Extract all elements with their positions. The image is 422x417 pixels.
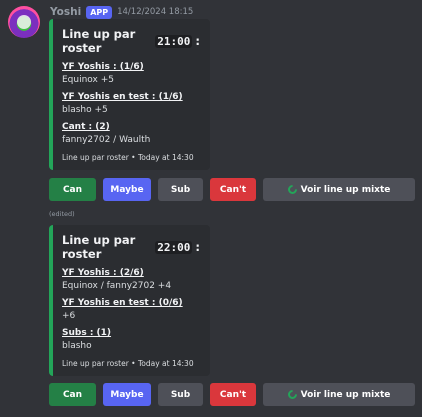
field-name: Subs : (1) <box>62 328 112 338</box>
edited-label: (edited) <box>49 210 75 218</box>
loading-ring-icon <box>285 388 299 401</box>
cant-button[interactable]: Can't <box>210 178 256 201</box>
sub-button[interactable]: Sub <box>158 178 203 201</box>
roster-embed: Line up par roster 22:00 : YF Yoshis : (… <box>49 225 210 376</box>
view-mixed-lineup-button[interactable]: Voir line up mixte <box>263 178 415 201</box>
embed-title-text: Line up par roster <box>62 27 136 55</box>
embed-title-text: Line up par roster <box>62 233 136 261</box>
embed-field: YF Yoshis : (1/6) Equinox +5 <box>62 62 200 85</box>
field-name: Cant : (2) <box>62 122 110 132</box>
field-name: YF Yoshis : (2/6) <box>62 268 144 278</box>
embed-field: Subs : (1) blasho <box>62 328 200 351</box>
view-mixed-lineup-label: Voir line up mixte <box>300 389 391 400</box>
field-name: YF Yoshis en test : (0/6) <box>62 298 183 308</box>
cant-button[interactable]: Can't <box>210 383 256 406</box>
embed-title: Line up par roster 21:00 : <box>62 27 200 55</box>
maybe-button[interactable]: Maybe <box>103 178 151 201</box>
action-row: Can Maybe Sub Can't Voir line up mixte <box>49 383 415 406</box>
embed-field: YF Yoshis en test : (0/6) +6 <box>62 298 200 321</box>
action-row: Can Maybe Sub Can't Voir line up mixte <box>49 178 415 201</box>
field-value: Equinox / fanny2702 +4 <box>62 281 172 291</box>
view-mixed-lineup-label: Voir line up mixte <box>300 184 391 195</box>
field-value: blasho <box>62 341 92 351</box>
embed-field: YF Yoshis en test : (1/6) blasho +5 <box>62 92 200 115</box>
message-timestamp: 14/12/2024 18:15 <box>117 7 194 17</box>
bot-avatar[interactable] <box>8 6 40 38</box>
field-value: blasho +5 <box>62 105 108 115</box>
embed-field: Cant : (2) fanny2702 / Waulth <box>62 122 200 145</box>
can-button[interactable]: Can <box>49 383 96 406</box>
field-name: YF Yoshis : (1/6) <box>62 62 144 72</box>
field-name: YF Yoshis en test : (1/6) <box>62 92 183 102</box>
roster-embed: Line up par roster 21:00 : YF Yoshis : (… <box>49 19 210 170</box>
embed-title: Line up par roster 22:00 : <box>62 233 200 261</box>
app-badge: APP <box>86 5 113 19</box>
field-value: Equinox +5 <box>62 75 114 85</box>
embed-field: YF Yoshis : (2/6) Equinox / fanny2702 +4 <box>62 268 200 291</box>
embed-title-colon: : <box>195 240 200 254</box>
view-mixed-lineup-button[interactable]: Voir line up mixte <box>263 383 415 406</box>
message-header: Yoshi APP 14/12/2024 18:15 <box>50 5 193 19</box>
maybe-button[interactable]: Maybe <box>103 383 151 406</box>
embed-title-colon: : <box>195 34 200 48</box>
field-value: +6 <box>62 311 76 321</box>
embed-title-time: 21:00 <box>155 34 193 48</box>
embed-title-time: 22:00 <box>155 240 193 254</box>
field-value: fanny2702 / Waulth <box>62 135 151 145</box>
username[interactable]: Yoshi <box>50 6 81 18</box>
can-button[interactable]: Can <box>49 178 96 201</box>
loading-ring-icon <box>285 183 299 196</box>
embed-footer: Line up par roster • Today at 14:30 <box>62 153 194 162</box>
embed-footer: Line up par roster • Today at 14:30 <box>62 359 194 368</box>
sub-button[interactable]: Sub <box>158 383 203 406</box>
